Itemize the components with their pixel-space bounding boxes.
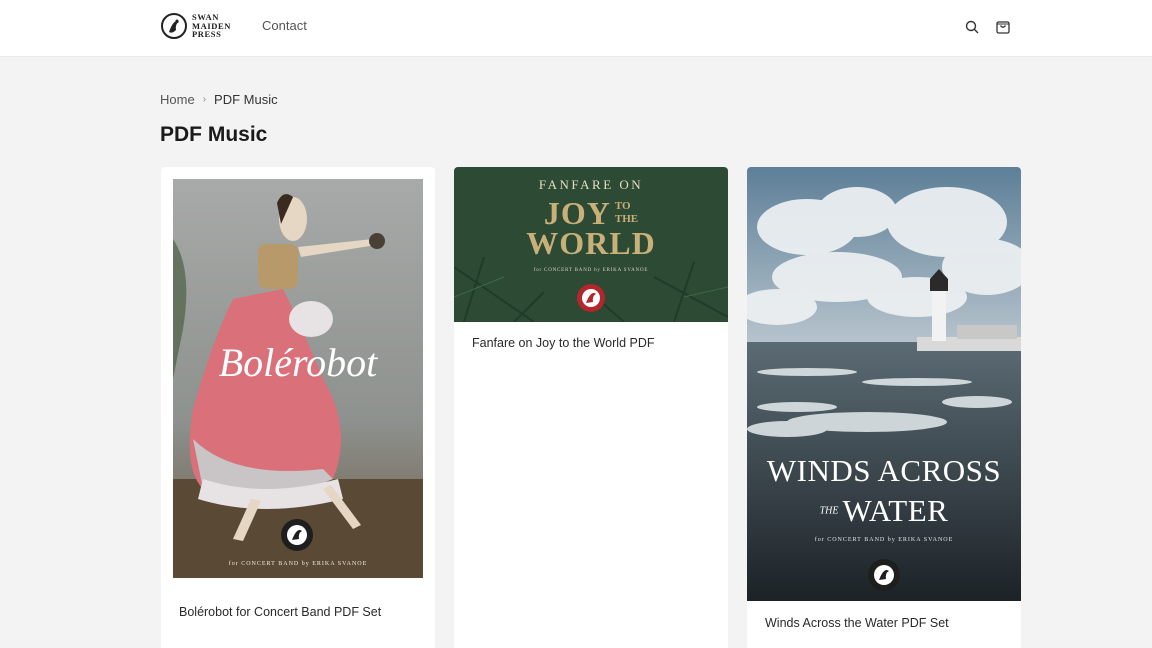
- product-image-winds[interactable]: WINDS ACROSS THE WATER for CONCERT BAND …: [747, 167, 1021, 601]
- cover-title: Bolérobot: [218, 340, 378, 385]
- breadcrumb-home-link[interactable]: Home: [160, 92, 195, 107]
- cover-credit: for CONCERT BAND by ERIKA SVANOE: [533, 268, 649, 273]
- breadcrumb-separator: ›: [202, 94, 207, 105]
- cover-word-to-the: TO THE: [614, 200, 639, 225]
- cover-word-world: WORLD: [526, 225, 656, 261]
- product-image-fanfare[interactable]: FANFARE ON JOY TO THE WORLD for CONCERT …: [454, 167, 728, 322]
- search-icon[interactable]: [963, 18, 981, 36]
- product-image-bolerobot[interactable]: Bolérobot for CONCERT BAND by ERIKA SVAN…: [173, 179, 423, 578]
- winds-cover-art: [747, 167, 1021, 601]
- cover-line1: WINDS ACROSS: [766, 453, 1002, 488]
- cover-word-the: THE: [819, 505, 839, 517]
- cover-line2: THE WATER: [747, 493, 1021, 529]
- product-title[interactable]: Bolérobot for Concert Band PDF Set: [179, 605, 381, 619]
- cover-credit: for CONCERT BAND by ERIKA SVANOE: [814, 537, 954, 543]
- nav-contact-link[interactable]: Contact: [262, 18, 307, 33]
- product-card[interactable]: Bolérobot for CONCERT BAND by ERIKA SVAN…: [161, 167, 435, 648]
- site-logo[interactable]: SWAN MAIDEN PRESS: [160, 12, 231, 40]
- cart-icon[interactable]: [994, 18, 1012, 36]
- product-title[interactable]: Winds Across the Water PDF Set: [765, 616, 949, 630]
- product-card[interactable]: WINDS ACROSS THE WATER for CONCERT BAND …: [747, 167, 1021, 648]
- breadcrumb: Home › PDF Music: [160, 92, 278, 107]
- page-title: PDF Music: [160, 123, 268, 146]
- swan-logo-icon: [161, 13, 187, 39]
- cover-credit: for CONCERT BAND by ERIKA SVANOE: [228, 561, 368, 567]
- product-card[interactable]: FANFARE ON JOY TO THE WORLD for CONCERT …: [454, 167, 728, 648]
- product-title[interactable]: Fanfare on Joy to the World PDF: [472, 336, 655, 350]
- cover-word-water: WATER: [842, 493, 949, 528]
- cover-top-line: FANFARE ON: [538, 177, 644, 192]
- site-header: SWAN MAIDEN PRESS Contact: [0, 0, 1152, 57]
- logo-wordmark: SWAN MAIDEN PRESS: [192, 12, 232, 40]
- breadcrumb-current: PDF Music: [214, 92, 278, 107]
